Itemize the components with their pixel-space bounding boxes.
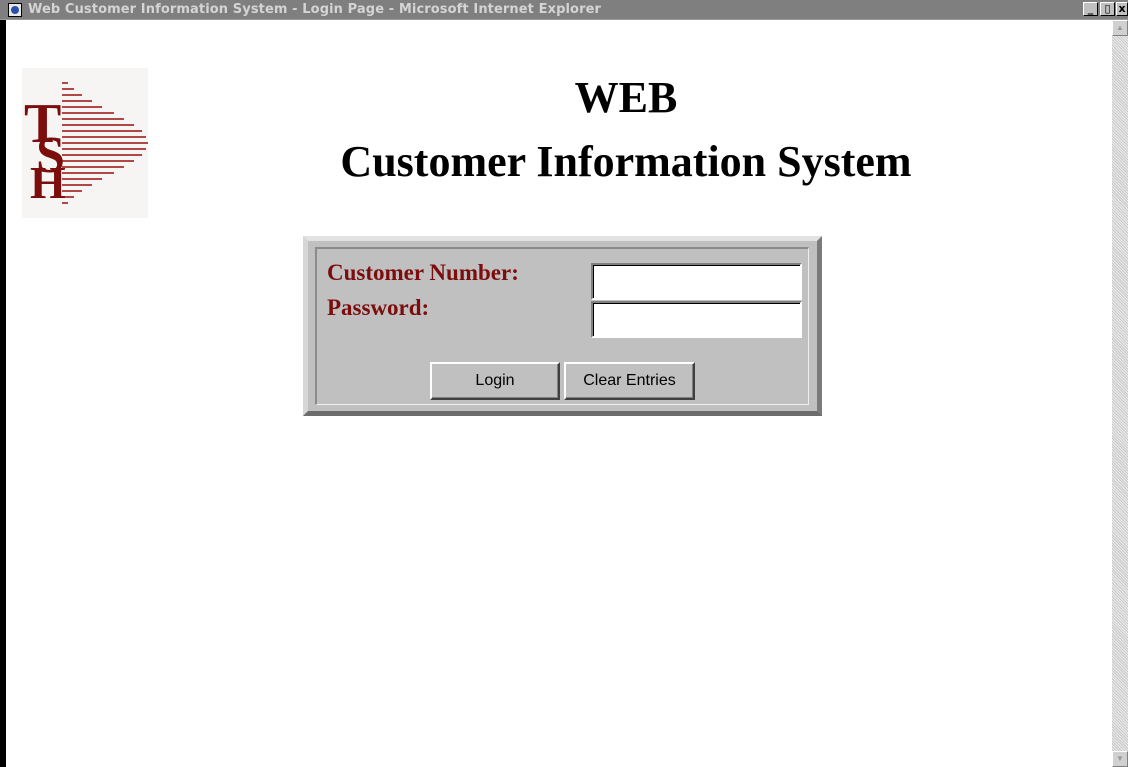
vertical-scrollbar[interactable]: ▲ ▼	[1112, 20, 1128, 767]
tsh-logo: T S H	[22, 68, 148, 218]
maximize-button[interactable]: ▯	[1100, 2, 1115, 16]
page-title-line2: Customer Information System	[340, 137, 912, 186]
password-input[interactable]	[591, 301, 802, 338]
internet-explorer-icon[interactable]	[8, 2, 22, 17]
window-title: Web Customer Information System - Login …	[28, 2, 602, 17]
window-controls: _ ▯ x	[1081, 2, 1128, 16]
clear-entries-button[interactable]: Clear Entries	[564, 362, 695, 400]
close-button[interactable]: x	[1116, 2, 1128, 16]
window-frame-left	[0, 20, 6, 767]
login-panel: Customer Number: Password: Login Clear E…	[303, 236, 822, 416]
scroll-down-arrow-icon[interactable]: ▼	[1112, 751, 1128, 767]
window-title-bar[interactable]: Web Customer Information System - Login …	[0, 0, 1128, 20]
page-title-line1: WEB	[574, 73, 678, 122]
login-panel-inner: Customer Number: Password: Login Clear E…	[315, 247, 809, 405]
svg-text:H: H	[30, 157, 66, 208]
login-button[interactable]: Login	[430, 362, 560, 400]
scroll-up-arrow-icon[interactable]: ▲	[1112, 20, 1128, 36]
customer-number-label: Customer Number:	[327, 260, 519, 285]
customer-number-input[interactable]	[591, 263, 802, 300]
password-label: Password:	[327, 295, 430, 320]
minimize-button[interactable]: _	[1083, 2, 1098, 16]
